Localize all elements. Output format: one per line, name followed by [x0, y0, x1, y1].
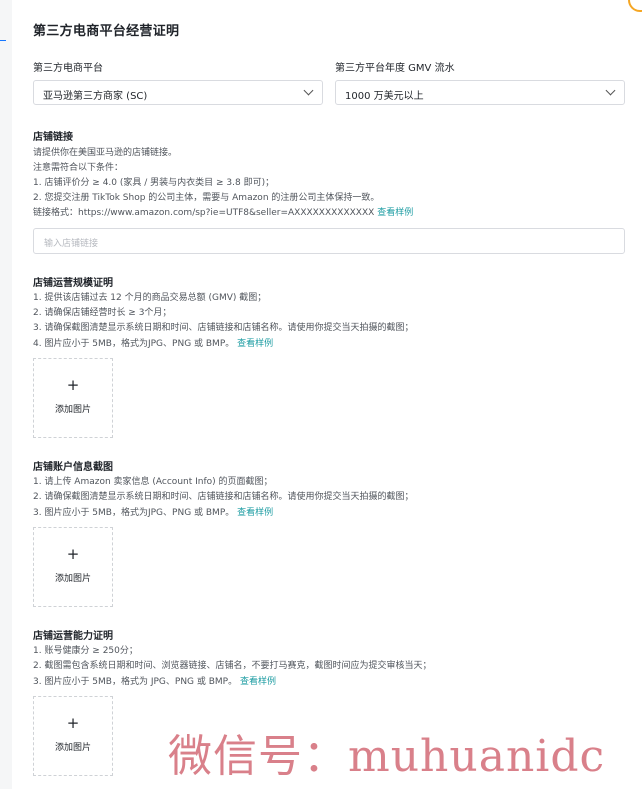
corner-badge-icon [628, 0, 642, 12]
capability-line-2: 2. 截图需包含系统日期和时间、浏览器链接、店铺名，不要打马赛克，截图时间应为提… [33, 661, 432, 671]
chevron-down-icon [605, 85, 616, 96]
upload-label: 添加图片 [54, 574, 91, 584]
scale-proof-title: 店铺运营规模证明 [33, 278, 113, 289]
scale-proof-line-2: 2. 请确保店铺经营时长 ≥ 3个月； [33, 308, 172, 318]
store-link-line-2: 注意需符合以下条件： [33, 163, 124, 173]
platform-label: 第三方电商平台 [33, 63, 103, 74]
capability-title: 店铺运营能力证明 [33, 631, 113, 642]
store-link-format-line: 链接格式：https://www.amazon.com/sp?ie=UTF8&s… [33, 207, 413, 219]
capability-sample-link[interactable]: 查看样例 [240, 677, 276, 687]
upload-label: 添加图片 [54, 743, 91, 753]
upload-label: 添加图片 [54, 405, 91, 415]
store-link-line-3: 1. 店铺评价分 ≥ 4.0 (家具 / 男装与内衣类目 ≥ 3.8 即可)； [33, 178, 275, 188]
plus-icon: + [66, 376, 80, 394]
scale-proof-line-1: 1. 提供该店铺过去 12 个月的商品交易总额 (GMV) 截图； [33, 293, 267, 303]
platform-select-value: 亚马逊第三方商家 (SC) [43, 91, 148, 102]
page-title: 第三方电商平台经营证明 [33, 24, 180, 39]
store-link-sample-link[interactable]: 查看样例 [377, 208, 413, 218]
plus-icon: + [66, 545, 80, 563]
left-rail [0, 0, 12, 789]
store-link-line-1: 请提供你在美国亚马逊的店铺链接。 [33, 148, 178, 158]
form-card: 第三方电商平台经营证明 第三方电商平台 亚马逊第三方商家 (SC) 第三方平台年… [12, 0, 642, 789]
capability-line-3: 3. 图片应小于 5MB，格式为 JPG、PNG 或 BMP。 查看样例 [33, 676, 276, 688]
rail-accent [0, 40, 6, 41]
store-link-input-placeholder: 输入店铺链接 [44, 239, 99, 249]
capability-line-1: 1. 账号健康分 ≥ 250分； [33, 646, 138, 656]
account-info-upload-button[interactable]: + 添加图片 [33, 527, 113, 607]
account-info-line-1: 1. 请上传 Amazon 卖家信息 (Account Info) 的页面截图； [33, 477, 273, 487]
scale-proof-line-4: 4. 图片应小于 5MB，格式为JPG、PNG 或 BMP。 查看样例 [33, 338, 273, 350]
store-link-title: 店铺链接 [33, 132, 73, 143]
store-link-format-text: 链接格式：https://www.amazon.com/sp?ie=UTF8&s… [33, 208, 375, 218]
account-info-sample-link[interactable]: 查看样例 [237, 508, 273, 518]
scale-proof-line-4-text: 4. 图片应小于 5MB，格式为JPG、PNG 或 BMP。 [33, 339, 235, 349]
gmv-select-value: 1000 万美元以上 [345, 91, 424, 102]
capability-upload-button[interactable]: + 添加图片 [33, 696, 113, 776]
plus-icon: + [66, 714, 80, 732]
account-info-line-3-text: 3. 图片应小于 5MB，格式为JPG、PNG 或 BMP。 [33, 508, 235, 518]
scale-proof-upload-button[interactable]: + 添加图片 [33, 358, 113, 438]
scale-proof-sample-link[interactable]: 查看样例 [237, 339, 273, 349]
store-link-input[interactable]: 输入店铺链接 [33, 228, 625, 254]
chevron-down-icon [303, 85, 314, 96]
platform-select[interactable]: 亚马逊第三方商家 (SC) [33, 80, 323, 105]
gmv-label: 第三方平台年度 GMV 流水 [335, 63, 455, 74]
scale-proof-line-3: 3. 请确保截图清楚显示系统日期和时间、店铺链接和店铺名称。请使用你提交当天拍摄… [33, 323, 414, 333]
gmv-select[interactable]: 1000 万美元以上 [335, 80, 625, 105]
capability-line-3-text: 3. 图片应小于 5MB，格式为 JPG、PNG 或 BMP。 [33, 677, 238, 687]
account-info-title: 店铺账户信息截图 [33, 462, 113, 473]
account-info-line-2: 2. 请确保截图清楚显示系统日期和时间、店铺链接和店铺名称。请使用你提交当天拍摄… [33, 492, 414, 502]
watermark-text: 微信号：muhuanidc [168, 731, 606, 782]
store-link-line-4: 2. 您提交注册 TikTok Shop 的公司主体，需要与 Amazon 的注… [33, 193, 380, 203]
account-info-line-3: 3. 图片应小于 5MB，格式为JPG、PNG 或 BMP。 查看样例 [33, 507, 273, 519]
